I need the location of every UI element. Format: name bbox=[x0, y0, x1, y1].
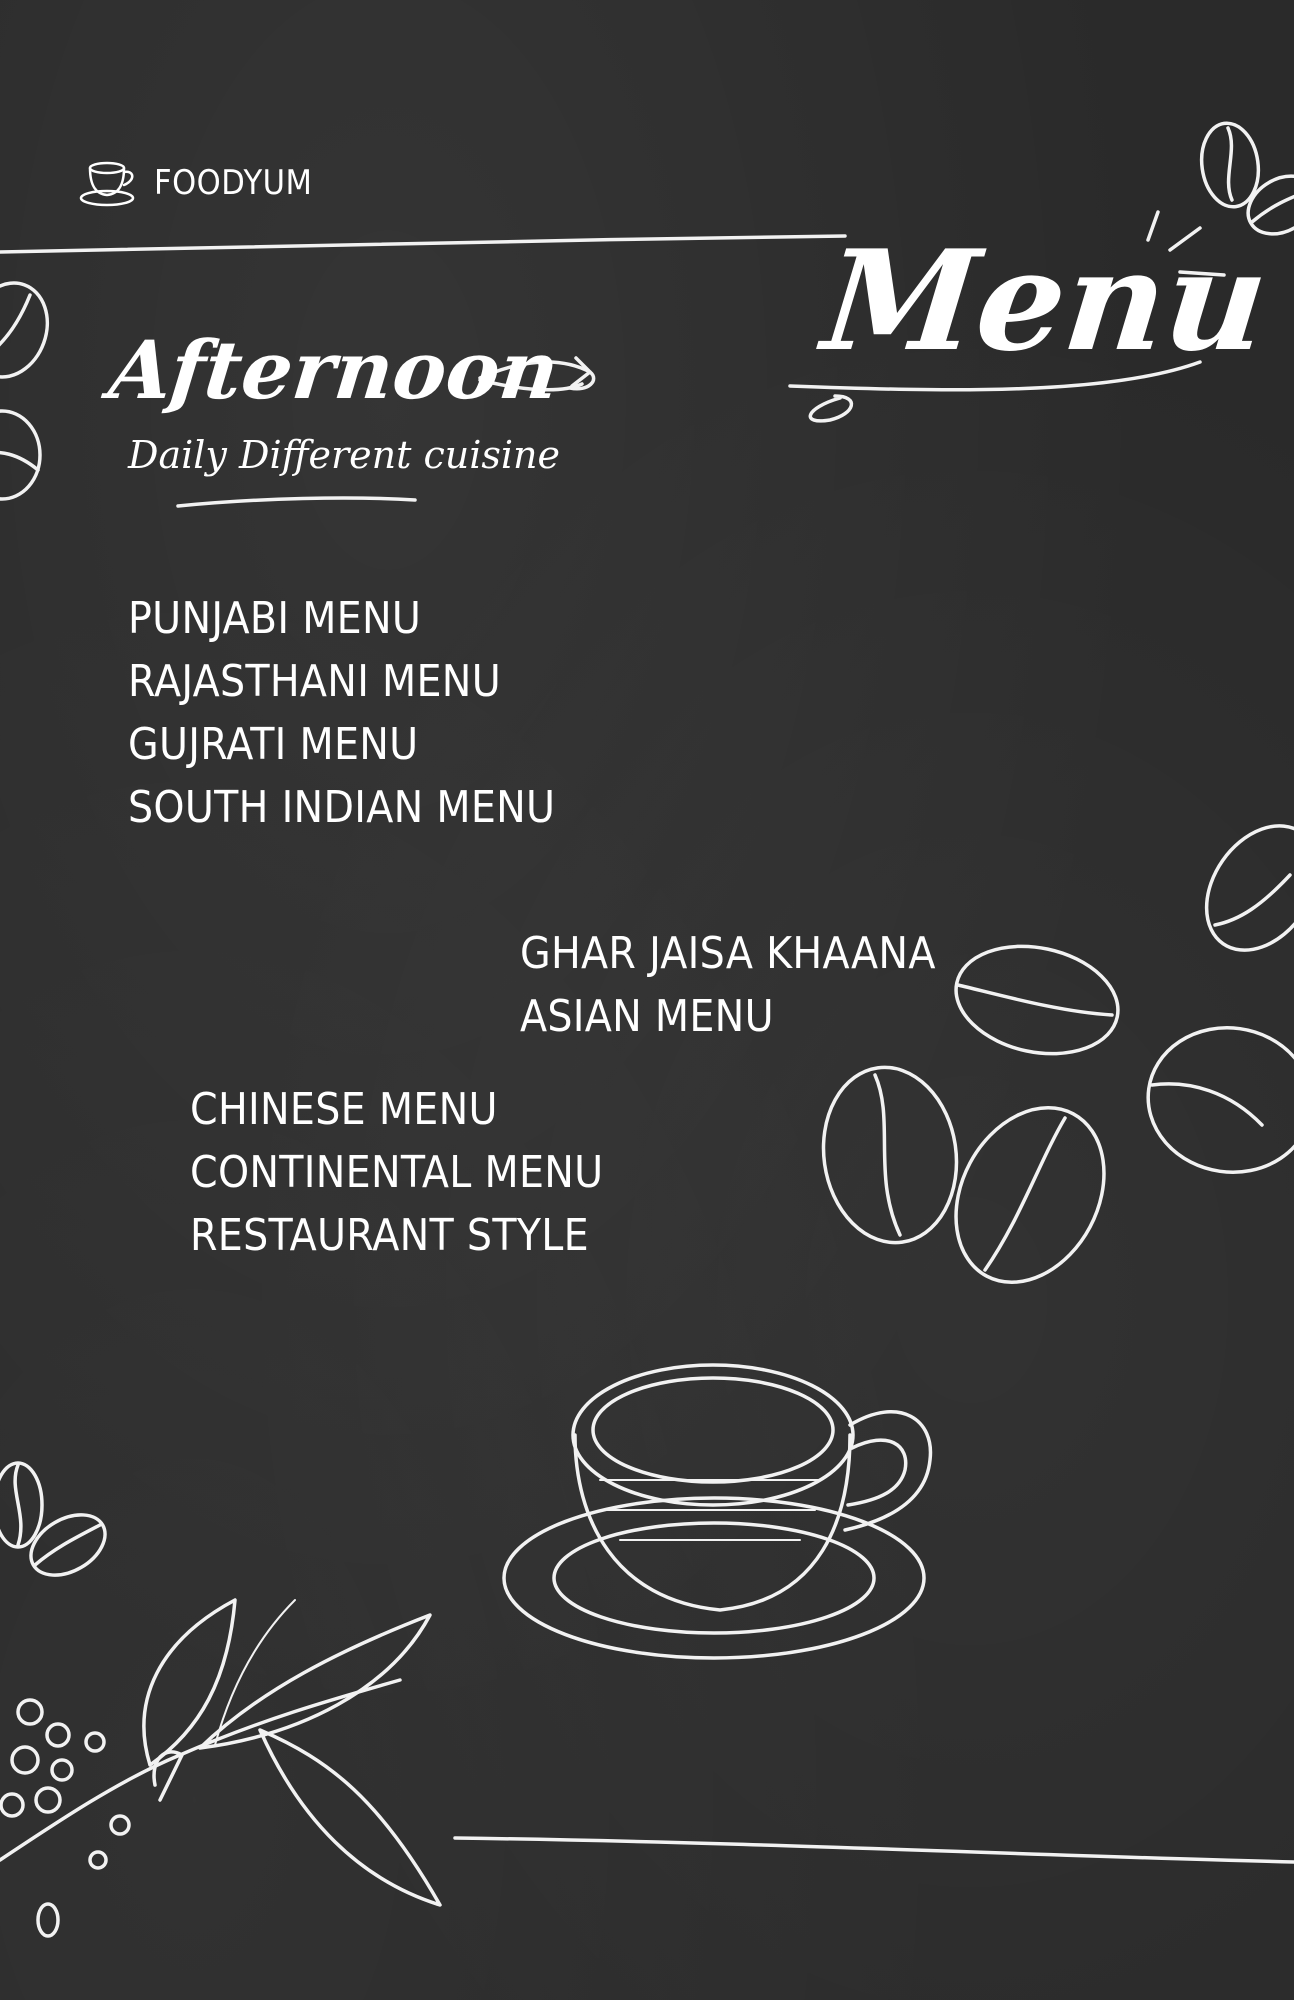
coffee-bean-icon bbox=[0, 281, 50, 379]
menu-item: RAJASTHANI MENU bbox=[128, 656, 501, 707]
coffee-bean-icon bbox=[1204, 824, 1294, 952]
menu-item: SOUTH INDIAN MENU bbox=[128, 782, 556, 833]
coffee-bean-icon bbox=[821, 1065, 959, 1245]
menu-list: CHINESE MENU CONTINENTAL MENU RESTAURANT… bbox=[190, 1078, 603, 1267]
menu-item: CONTINENTAL MENU bbox=[190, 1147, 604, 1198]
brand-name: FOODYUM bbox=[154, 163, 313, 203]
brand: FOODYUM bbox=[78, 158, 312, 208]
menu-list: GHAR JAISA KHAANA ASIAN MENU bbox=[520, 922, 936, 1048]
menu-item: GHAR JAISA KHAANA bbox=[520, 928, 936, 979]
coffee-cup-illustration bbox=[502, 1363, 933, 1660]
coffee-bean-icon bbox=[29, 1513, 107, 1577]
menu-item: CHINESE MENU bbox=[190, 1084, 498, 1135]
menu-item: RESTAURANT STYLE bbox=[190, 1210, 589, 1261]
coffee-cup-icon bbox=[79, 161, 135, 207]
coffee-branch-icon bbox=[0, 1598, 442, 1938]
coffee-bean-icon bbox=[0, 409, 42, 501]
menu-item: PUNJABI MENU bbox=[128, 593, 422, 644]
menu-item: ASIAN MENU bbox=[520, 991, 774, 1042]
coffee-bean-icon bbox=[954, 1105, 1106, 1285]
bottom-divider-line bbox=[453, 1836, 1294, 1864]
section-subtitle: Daily Different cuisine bbox=[128, 433, 561, 477]
menu-page: FOODYUM Menu Afternoon Daily Different c… bbox=[0, 0, 1294, 2000]
coffee-bean-icon bbox=[954, 944, 1120, 1056]
coffee-bean-icon bbox=[0, 1461, 44, 1549]
menu-list: PUNJABI MENU RAJASTHANI MENU GUJRATI MEN… bbox=[128, 587, 555, 839]
menu-item: GUJRATI MENU bbox=[128, 719, 419, 770]
section-title: Afternoon bbox=[105, 323, 564, 417]
coffee-bean-icon bbox=[1146, 1026, 1294, 1174]
top-divider-line bbox=[0, 234, 847, 254]
page-title: Menu bbox=[816, 219, 1275, 382]
afternoon-underline bbox=[176, 496, 417, 508]
